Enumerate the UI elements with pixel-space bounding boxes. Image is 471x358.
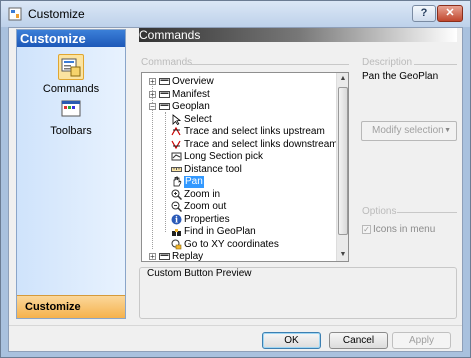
- tree-scrollbar[interactable]: ▲ ▼: [336, 73, 348, 261]
- toolbar-icon: [159, 89, 170, 100]
- tree-item-label: Overview: [172, 76, 214, 87]
- scroll-up-icon[interactable]: ▲: [337, 73, 349, 85]
- tree-item-label: Manifest: [172, 88, 210, 100]
- description-text: Pan the GeoPlan: [362, 71, 439, 82]
- nav-header: Customize: [17, 30, 125, 47]
- zoom-in-icon: [171, 189, 183, 200]
- description-group-label: Description: [362, 57, 413, 68]
- toolbar-icon: [159, 76, 170, 87]
- tree-item-label: Replay: [172, 251, 204, 262]
- tree-item[interactable]: Find in GeoPlan: [142, 226, 337, 238]
- tree-item[interactable]: Trace and select links upstream: [142, 126, 337, 138]
- tree-item[interactable]: + Replay: [142, 251, 337, 262]
- window-app-icon: [8, 7, 22, 21]
- svg-text:i: i: [175, 214, 178, 224]
- toolbar-icon: [159, 101, 170, 112]
- chevron-down-icon: ▼: [444, 127, 451, 134]
- modify-selection-label: Modify selection: [372, 125, 444, 136]
- commands-group-divider: [187, 64, 349, 65]
- tree-item-label: Select: [184, 113, 212, 125]
- tree-item-label: Long Section pick: [184, 151, 263, 162]
- tree-item[interactable]: Distance tool: [142, 164, 337, 176]
- tree-item[interactable]: Go to XY coordinates: [142, 239, 337, 251]
- goto-xy-icon: [171, 239, 182, 250]
- apply-button[interactable]: Apply: [392, 332, 451, 349]
- tree-item-label: Trace and select links downstream: [184, 138, 338, 150]
- trace-upstream-icon: [171, 126, 182, 137]
- tree-item-label: Find in GeoPlan: [184, 226, 256, 237]
- tree-item-label: Properties: [184, 213, 230, 225]
- zoom-out-icon: [171, 201, 183, 213]
- expand-icon[interactable]: +: [149, 253, 156, 261]
- ok-button[interactable]: OK: [262, 332, 321, 349]
- properties-icon: i: [171, 214, 182, 225]
- modify-selection-button[interactable]: Modify selection ▼: [361, 121, 457, 141]
- nav-item-commands[interactable]: Commands: [17, 54, 125, 95]
- window-title: Customize: [28, 7, 85, 21]
- toolbar-icon: [159, 251, 170, 261]
- nav-footer: Customize: [17, 295, 125, 318]
- tree-item[interactable]: Long Section pick: [142, 151, 337, 163]
- collapse-icon[interactable]: −: [149, 103, 156, 111]
- tree-item[interactable]: Zoom out: [142, 201, 337, 213]
- nav-item-toolbars[interactable]: Toolbars: [17, 98, 125, 137]
- tree-item-label: Trace and select links upstream: [184, 126, 325, 137]
- dialog-body: Customize Commands Toolbars Customize Co…: [8, 27, 463, 352]
- tree-item-label: Geoplan: [172, 101, 210, 112]
- customize-window: Customize ? ✕ Customize Commands Toolbar…: [0, 0, 471, 358]
- scroll-thumb[interactable]: [338, 87, 348, 235]
- tree-item[interactable]: Zoom in: [142, 189, 337, 201]
- tree-item[interactable]: Pan: [142, 176, 337, 188]
- title-bar[interactable]: Customize ? ✕: [1, 1, 470, 27]
- tree-item[interactable]: i Properties: [142, 214, 337, 226]
- commands-icon: [58, 54, 84, 80]
- commands-group-label: Commands: [141, 57, 193, 68]
- cancel-button[interactable]: Cancel: [329, 332, 388, 349]
- tree-item-label: Go to XY coordinates: [184, 238, 279, 250]
- hand-icon: [171, 176, 182, 187]
- long-section-icon: [171, 151, 182, 162]
- expand-icon[interactable]: +: [149, 78, 156, 86]
- tree-item[interactable]: + Overview: [142, 76, 337, 88]
- customize-nav: Customize Commands Toolbars Customize: [16, 29, 126, 319]
- expand-icon[interactable]: +: [149, 90, 156, 98]
- icons-in-menu-label: Icons in menu: [373, 224, 436, 235]
- options-group-label: Options: [362, 206, 397, 217]
- options-group-divider: [397, 212, 457, 213]
- ruler-icon: [171, 164, 182, 175]
- tree-item[interactable]: Trace and select links downstream: [142, 138, 338, 151]
- find-icon: [171, 226, 182, 237]
- tree-item-label: Distance tool: [184, 163, 242, 175]
- tree-item[interactable]: + Manifest: [142, 89, 337, 101]
- tree-item-label: Pan: [184, 176, 204, 188]
- tree-item-label: Zoom out: [184, 201, 227, 212]
- nav-item-label: Toolbars: [50, 125, 92, 137]
- footer-divider: [9, 325, 462, 326]
- commands-tree[interactable]: + Overview + Manifest − Geoplan Select Trace an…: [141, 72, 349, 262]
- tree-item[interactable]: Select: [142, 114, 337, 126]
- help-button[interactable]: ?: [412, 5, 436, 22]
- arrow-cursor-icon: [171, 113, 182, 125]
- tree-item[interactable]: − Geoplan: [142, 101, 337, 113]
- description-group-divider: [414, 64, 457, 65]
- close-button[interactable]: ✕: [437, 5, 463, 22]
- icons-in-menu-checkbox[interactable]: ✓: [362, 225, 371, 234]
- preview-label: Custom Button Preview: [146, 268, 253, 279]
- toolbars-icon: [59, 98, 83, 122]
- panel-header: Commands: [139, 28, 457, 42]
- tree-item-label: Zoom in: [184, 188, 221, 200]
- nav-item-label: Commands: [42, 83, 100, 95]
- scroll-down-icon[interactable]: ▼: [337, 249, 349, 261]
- trace-downstream-icon: [171, 139, 182, 150]
